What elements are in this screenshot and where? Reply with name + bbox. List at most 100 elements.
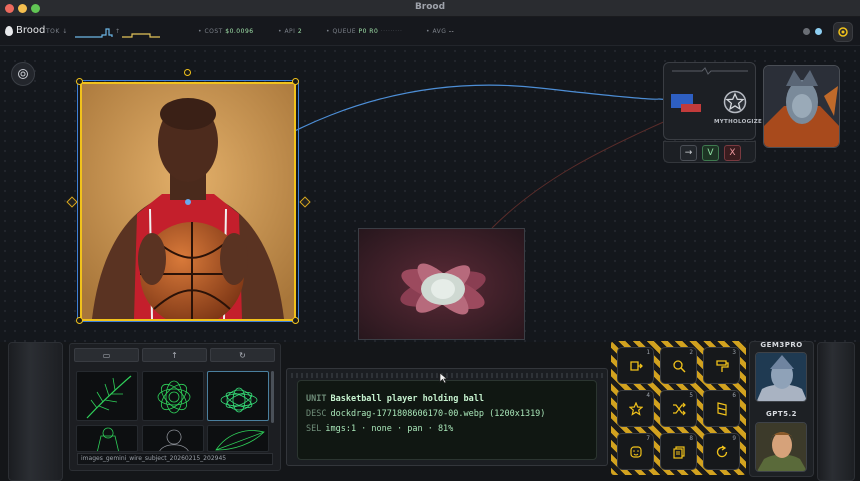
avg-value: -- [448,28,455,35]
tool-number: 3 [732,349,736,356]
paint-roller-icon [715,359,729,372]
tool-annotate-button[interactable]: 1 [617,347,654,384]
tool-number: 6 [732,392,736,399]
brand-name: Brood [16,25,46,36]
thumbnail-figure[interactable] [76,425,138,452]
arrow-right-icon: → [684,148,693,158]
face-icon [629,445,642,458]
brood-logo-icon [5,25,13,36]
dock-right-pillar [817,342,855,481]
file-browser-scrollbar[interactable] [271,371,274,423]
node-accept-button[interactable]: V [702,145,719,161]
tool-paint-roller-button[interactable]: 3 [703,347,740,384]
accept-icon: V [707,148,714,158]
search-icon [672,359,686,373]
info-unit-key: UNIT [306,394,327,404]
avg-label: AVG [432,28,447,35]
target-icon [18,69,28,79]
thumbnail-fern[interactable] [76,371,138,421]
tool-rotate-button[interactable]: 9 [703,433,740,470]
tool-number: 9 [732,435,736,442]
top-hud: Brood TOK ↓ ↑ • COST $0.0096 • API 2 • Q… [0,17,860,46]
annotate-icon [629,360,643,371]
status-dot-active [815,28,822,35]
flower-wireframe-picture [157,380,191,414]
info-sel-key: SEL [306,424,322,434]
link-anchor[interactable] [185,199,191,205]
info-desc-value: dockdrag-1771808606170-00.webp (1200x131… [330,409,546,419]
resize-handle-tr[interactable] [292,78,299,85]
alien-warrior-picture [764,66,839,147]
info-sel-value: imgs:1 · none · pan · 81% [325,424,454,434]
window-titlebar: Brood [0,0,860,17]
layers-icon [672,445,685,459]
stencil-icon [716,401,727,416]
succulent-picture [359,229,524,339]
shuffle-icon [672,402,686,415]
info-screen [297,380,597,460]
leaf-wireframe-picture [215,430,265,451]
folder-icon: ▭ [102,350,111,360]
dock-left-pillar [8,342,63,481]
rotate-handle[interactable] [184,69,191,76]
tok-up-indicator: ↑ [115,28,121,35]
tok-label: TOK ↓ [46,28,68,35]
mythologize-output-image[interactable] [763,65,840,148]
queue-stat: • QUEUE P0 R0 ········· [326,28,403,35]
info-sel-line: SEL imgs:1 · none · pan · 81% [306,424,453,434]
tool-shuffle-button[interactable]: 5 [660,390,697,427]
thumbnail-leaf[interactable] [207,425,269,452]
status-dot-idle [803,28,810,35]
tool-number: 8 [689,435,693,442]
canvas-menu-button[interactable] [11,62,35,86]
mythologize-node[interactable]: MYTHOLOGIZE [663,62,762,140]
reject-icon: X [729,148,736,158]
refresh-icon: ↻ [239,350,246,360]
thumbnail-flower[interactable] [142,371,204,421]
magic-star-icon [628,401,643,416]
succulent-image[interactable] [358,228,525,340]
resize-handle-br[interactable] [292,317,299,324]
mouse-cursor-icon [439,372,448,384]
tool-layers-button[interactable]: 8 [660,433,697,470]
upload-button[interactable]: ↑ [142,348,207,362]
api-label: API [284,28,296,35]
node-signal-icon [672,67,748,75]
tool-stencil-button[interactable]: 6 [703,390,740,427]
refresh-button[interactable]: ↻ [210,348,275,362]
tool-number: 4 [646,392,650,399]
upload-icon: ↑ [171,350,178,360]
tool-number: 2 [689,349,693,356]
figure-wireframe-picture [97,427,119,451]
rotate-icon [716,444,727,457]
thumbnail-succulent-selected[interactable] [207,371,269,421]
info-desc-line: DESC dockdrag-1771808606170-00.webp (1200… [306,409,545,419]
node-run-button[interactable]: → [680,145,697,161]
queue-label: QUEUE [332,28,357,35]
open-folder-button[interactable]: ▭ [74,348,139,362]
gem3pro-avatar-picture [756,353,806,401]
cost-value: $0.0096 [225,28,254,35]
avg-stat: • AVG -- [426,28,455,35]
brand: Brood [5,25,45,36]
model-label-gpt52: GPT5.2 [765,410,798,418]
node-action-bar: → V X [663,141,756,163]
settings-button[interactable] [833,22,853,42]
resize-handle-bl[interactable] [76,317,83,324]
mythologize-star-icon [723,90,747,114]
gear-icon [838,27,848,37]
node-reject-button[interactable]: X [724,145,741,161]
model-card-gpt52[interactable] [755,422,807,472]
info-unit-value: Basketball player holding ball [330,394,485,404]
tool-search-button[interactable]: 2 [660,347,697,384]
resize-handle-tl[interactable] [76,78,83,85]
tool-face-button[interactable]: 7 [617,433,654,470]
gpt52-avatar-picture [756,423,806,471]
fern-wireframe-picture [86,375,132,419]
tool-magic-star-button[interactable]: 4 [617,390,654,427]
thumbnail-portrait[interactable] [142,425,204,452]
model-label-gem3pro: GEM3PRO [760,341,803,349]
succulent-wireframe-picture [220,387,258,413]
cost-stat: • COST $0.0096 [198,28,254,35]
model-card-gem3pro[interactable] [755,352,807,402]
